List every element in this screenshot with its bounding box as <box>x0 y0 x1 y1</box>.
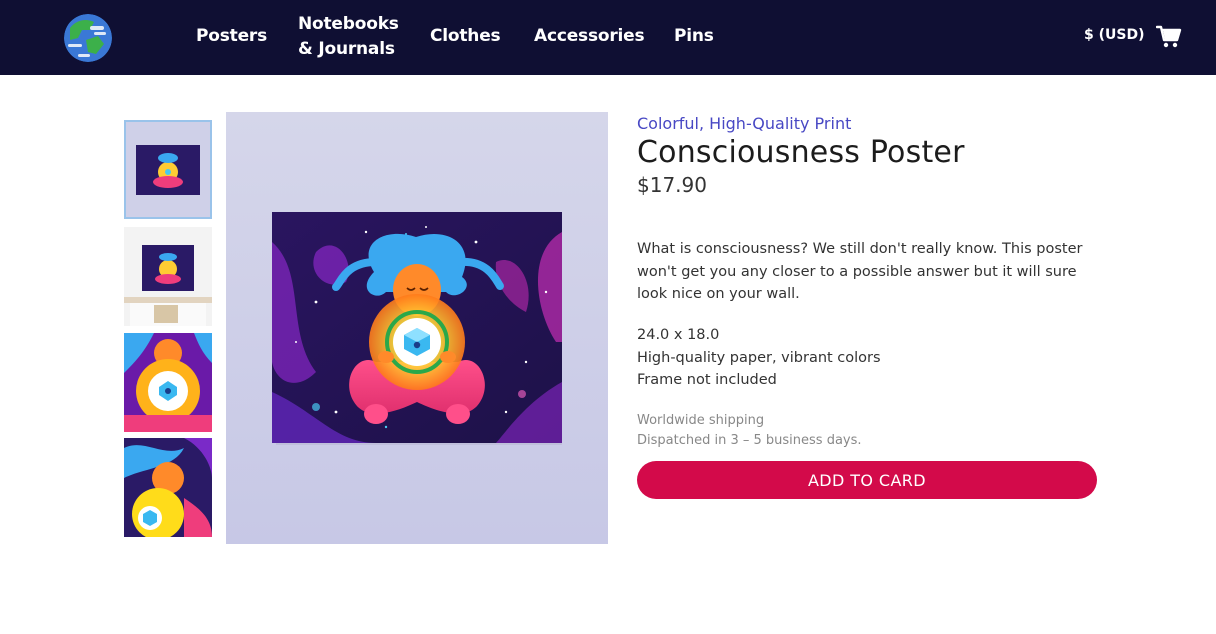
top-navigation-bar: Posters Notebooks & Journals Clothes Acc… <box>0 0 1216 75</box>
product-description: What is consciousness? We still don't re… <box>637 241 1083 302</box>
thumbnail-poster-room[interactable] <box>124 227 212 326</box>
currency-selector[interactable]: $ (USD) <box>1084 27 1144 43</box>
shipping-info: Worldwide shipping Dispatched in 3 – 5 b… <box>637 411 862 451</box>
product-specs: 24.0 x 18.0 High-quality paper, vibrant … <box>637 324 881 392</box>
nav-accessories[interactable]: Accessories <box>534 26 645 46</box>
spec-frame: Frame not included <box>637 372 777 388</box>
add-to-cart-button[interactable]: ADD TO CARD <box>637 461 1097 499</box>
spec-size: 24.0 x 18.0 <box>637 327 720 343</box>
cart-icon[interactable] <box>1155 25 1182 49</box>
spec-paper: High-quality paper, vibrant colors <box>637 349 881 366</box>
product-price: $17.90 <box>637 173 707 197</box>
shipping-dispatch: Dispatched in 3 – 5 business days. <box>637 433 862 448</box>
nav-posters[interactable]: Posters <box>196 26 267 46</box>
thumbnail-poster-front[interactable] <box>124 120 212 219</box>
nav-notebooks-journals[interactable]: Notebooks & Journals <box>298 12 399 62</box>
globe-logo[interactable] <box>64 14 112 62</box>
nav-notebooks-line1: Notebooks <box>298 14 399 34</box>
main-product-image <box>226 112 608 544</box>
nav-clothes[interactable]: Clothes <box>430 26 501 46</box>
product-tagline: Colorful, High-Quality Print <box>637 114 852 133</box>
nav-pins[interactable]: Pins <box>674 26 714 46</box>
shipping-worldwide: Worldwide shipping <box>637 413 765 428</box>
thumbnail-poster-detail-hair[interactable] <box>124 438 212 537</box>
nav-notebooks-line2: & Journals <box>298 39 395 59</box>
thumbnail-poster-detail-core[interactable] <box>124 333 212 432</box>
product-title: Consciousness Poster <box>637 135 965 170</box>
